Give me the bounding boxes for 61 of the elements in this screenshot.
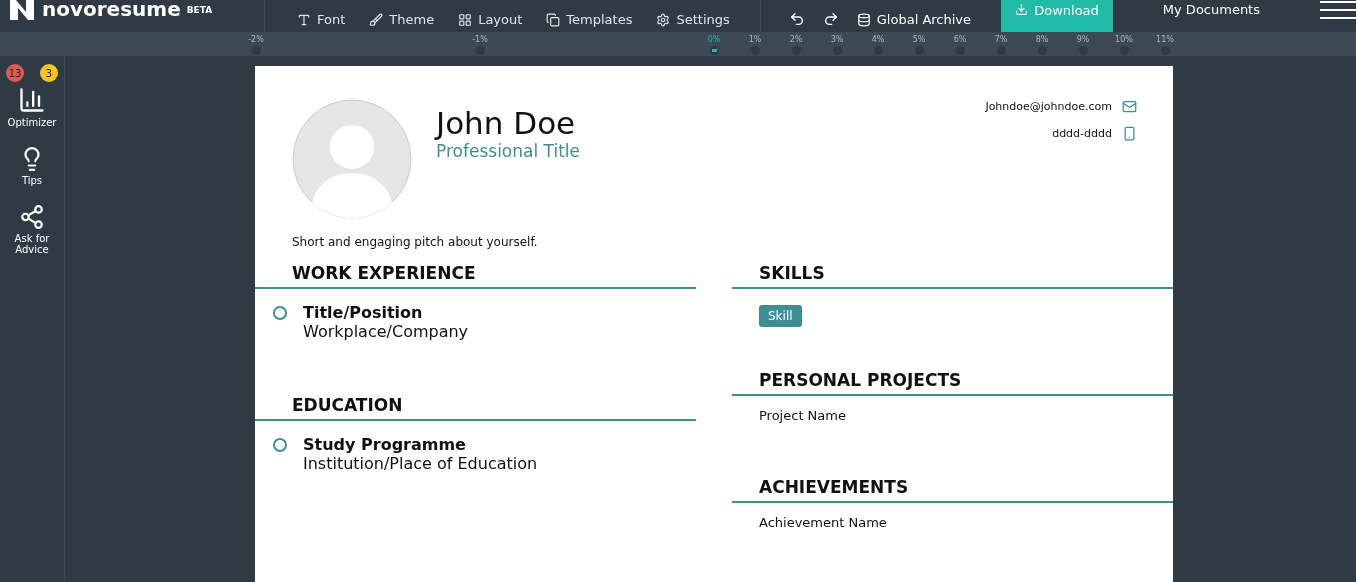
spacing-stop[interactable]: 6% <box>940 35 980 55</box>
entry-title: Study Programme <box>303 435 467 454</box>
spacing-stop[interactable]: -2% <box>236 35 276 55</box>
spacing-stop[interactable]: 2% <box>776 35 816 55</box>
phone-icon <box>1122 126 1137 141</box>
my-documents-link[interactable]: My Documents <box>1162 0 1320 32</box>
section-heading: WORK EXPERIENCE <box>255 263 696 289</box>
entry-title: Title/Position <box>303 303 424 322</box>
item-text: Project Name <box>758 407 847 423</box>
mail-icon <box>1122 99 1137 114</box>
spacing-stop[interactable]: 9% <box>1063 35 1103 55</box>
spacing-stop[interactable]: 5% <box>899 35 939 55</box>
layout-icon <box>458 12 473 27</box>
toolbar-button[interactable]: Layout <box>448 12 533 27</box>
spacing-stop[interactable]: -1% <box>460 35 500 55</box>
spacing-stop[interactable]: 10% <box>1104 35 1144 55</box>
email-text: Johndoe@johndoe.com <box>985 100 1112 113</box>
copy-icon <box>546 12 561 27</box>
count-badge: 13 <box>6 64 24 82</box>
download-icon <box>1015 3 1029 16</box>
spacing-stop[interactable]: 4% <box>858 35 898 55</box>
spacing-stop[interactable]: 1% <box>735 35 775 55</box>
bullet-icon <box>273 306 287 320</box>
phone-text: dddd-dddd <box>1052 127 1112 140</box>
sidebar-item[interactable]: Ask for Advice <box>2 204 62 255</box>
professional-title: Professional Title <box>436 141 580 161</box>
logo-icon <box>8 0 36 20</box>
beta-label: BETA <box>186 5 213 15</box>
spacing-stop[interactable]: 8% <box>1022 35 1062 55</box>
spacing-stop[interactable]: 0% <box>694 35 734 55</box>
sidebar-item[interactable]: Optimizer <box>2 86 62 128</box>
skill-tag: Skill <box>759 305 802 327</box>
archive-button[interactable]: Global Archive <box>856 12 972 27</box>
toolbar-button[interactable]: Font <box>287 12 356 27</box>
spacing-stop[interactable]: 11% <box>1145 35 1185 55</box>
sidebar-item[interactable]: Tips <box>2 146 62 186</box>
count-badge: 3 <box>40 64 58 82</box>
spacing-stop[interactable]: 3% <box>817 35 857 55</box>
bullet-icon <box>273 438 287 452</box>
toolbar-button[interactable]: Templates <box>536 12 643 27</box>
pitch-text: Short and engaging pitch about yourself. <box>291 234 539 249</box>
section-heading: SKILLS <box>732 263 1173 289</box>
entry-subtitle: Workplace/Company <box>303 322 469 341</box>
share-icon <box>19 204 45 230</box>
download-button[interactable]: Download <box>1001 0 1114 32</box>
entry-subtitle: Institution/Place of Education <box>303 454 538 473</box>
item-text: Achievement Name <box>758 514 888 530</box>
settings-icon <box>656 12 671 27</box>
font-icon <box>297 12 311 27</box>
spacing-stop[interactable]: 7% <box>981 35 1021 55</box>
section-heading: ACHIEVEMENTS <box>732 477 1173 503</box>
bar-chart-icon <box>18 86 46 114</box>
section-heading: PERSONAL PROJECTS <box>732 370 1173 396</box>
brush-icon <box>369 12 384 27</box>
database-icon <box>856 12 871 27</box>
menu-icon[interactable] <box>1320 0 1356 20</box>
brand-name: novoresume <box>42 0 181 18</box>
toolbar-button[interactable]: Theme <box>359 12 445 27</box>
toolbar-button[interactable]: Settings <box>646 12 740 27</box>
person-name: John Doe <box>436 105 577 141</box>
section-heading: EDUCATION <box>255 395 696 421</box>
